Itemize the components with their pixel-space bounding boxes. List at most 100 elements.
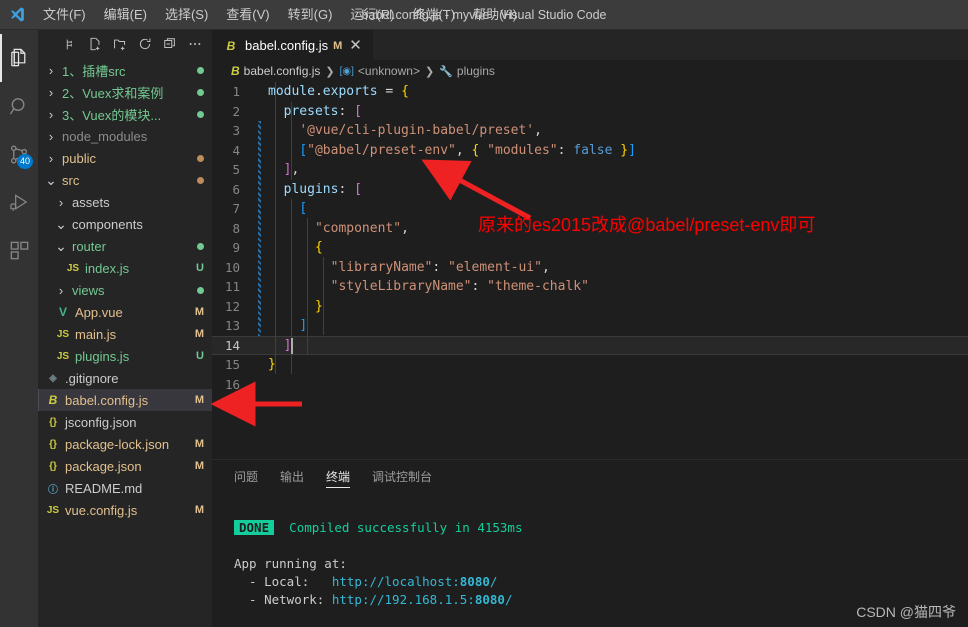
tree-item-README.md[interactable]: ⓘ README.md: [38, 477, 212, 499]
network-url-tail[interactable]: /: [505, 592, 513, 607]
tree-item-index.js[interactable]: JS index.js U: [38, 257, 212, 279]
menu-go[interactable]: 转到(G): [279, 0, 342, 30]
code-line[interactable]: 6 plugins: [: [212, 180, 968, 200]
tree-item-label: views: [72, 282, 105, 298]
tree-item-label: main.js: [75, 326, 117, 342]
tree-item-babel.config.js[interactable]: Bbabel.config.js M: [38, 389, 212, 411]
breadcrumb-symbol-unknown[interactable]: [◉] <unknown>: [340, 64, 420, 78]
breadcrumb-symbol-plugins[interactable]: 🔧 plugins: [439, 64, 495, 78]
code-line[interactable]: 10 "libraryName": "element-ui",: [212, 258, 968, 278]
code-line[interactable]: 3 '@vue/cli-plugin-babel/preset',: [212, 121, 968, 141]
menu-view[interactable]: 查看(V): [217, 0, 278, 30]
explorer-section-icon[interactable]: [59, 33, 81, 55]
local-url-tail[interactable]: /: [490, 574, 498, 589]
chevron-right-icon: ›: [48, 128, 54, 144]
explorer-icon[interactable]: [0, 34, 38, 82]
refresh-icon[interactable]: [134, 33, 156, 55]
tree-item-git-status: M: [194, 306, 204, 318]
search-icon[interactable]: [0, 82, 38, 130]
tree-item-vue.config.js[interactable]: JS vue.config.js M: [38, 499, 212, 521]
tree-item-views[interactable]: › views: [38, 279, 212, 301]
code-editor[interactable]: 1 module.exports = {2 presets: [3 '@vue/c…: [212, 82, 968, 459]
tab-babel-config-js[interactable]: B babel.config.js M ✕: [212, 30, 374, 60]
tree-item-assets[interactable]: › assets: [38, 191, 212, 213]
menu-file[interactable]: 文件(F): [34, 0, 95, 30]
close-icon[interactable]: ✕: [347, 38, 364, 53]
tree-item-label: vue.config.js: [65, 502, 138, 518]
tree-item-change-dot: [191, 286, 204, 294]
tree-item-1src[interactable]: › 1、插槽src: [38, 59, 212, 81]
local-port[interactable]: 8080: [460, 574, 490, 589]
tree-item-.gitignore[interactable]: ◈ .gitignore: [38, 367, 212, 389]
tree-item-components[interactable]: ⌄ components: [38, 213, 212, 235]
terminal-output[interactable]: DONE Compiled successfully in 4153ms App…: [212, 495, 968, 627]
tree-item-src[interactable]: ⌄ src: [38, 169, 212, 191]
code-line[interactable]: 13 ]: [212, 316, 968, 336]
code-line[interactable]: 8 "component",: [212, 219, 968, 239]
git-file-icon: ◈: [49, 372, 57, 384]
compile-message: Compiled successfully in 4153ms: [289, 520, 523, 535]
tree-item-App.vue[interactable]: V App.vue M: [38, 301, 212, 323]
menu-selection[interactable]: 选择(S): [156, 0, 217, 30]
new-folder-icon[interactable]: [109, 33, 131, 55]
line-number: 11: [224, 279, 240, 294]
menu-run[interactable]: 运行(R): [341, 0, 403, 30]
panel-tab-output[interactable]: 输出: [269, 460, 315, 495]
line-number: 10: [224, 259, 240, 275]
panel-tab-problems[interactable]: 问题: [223, 460, 269, 495]
app-running-label: App running at:: [234, 556, 347, 571]
chevron-right-icon: ›: [48, 62, 54, 78]
line-content: [254, 375, 968, 395]
tree-item-main.js[interactable]: JS main.js M: [38, 323, 212, 345]
code-line[interactable]: 12 }: [212, 297, 968, 317]
network-port[interactable]: 8080: [475, 592, 505, 607]
code-line[interactable]: 7 [: [212, 199, 968, 219]
code-line[interactable]: 15}: [212, 355, 968, 375]
activity-bar: 40: [0, 30, 38, 627]
tree-item-git-status: M: [194, 504, 204, 516]
code-line[interactable]: 11 "styleLibraryName": "theme-chalk": [212, 277, 968, 297]
panel-tab-terminal[interactable]: 终端: [315, 460, 361, 495]
local-url[interactable]: http://localhost:: [332, 574, 460, 589]
line-content: ["@babel/preset-env", { "modules": false…: [299, 142, 636, 158]
code-line[interactable]: 4 ["@babel/preset-env", { "modules": fal…: [212, 141, 968, 161]
tree-item-package-lock.json[interactable]: {} package-lock.json M: [38, 433, 212, 455]
breadcrumb-file-label: babel.config.js: [243, 64, 321, 78]
tree-item-2Vuex[interactable]: › 2、Vuex求和案例: [38, 81, 212, 103]
source-control-icon[interactable]: 40: [0, 130, 38, 178]
file-tree[interactable]: › 1、插槽src › 2、Vuex求和案例 › 3、Vuex的模块... › node_mo…: [38, 58, 212, 627]
code-line[interactable]: 14 ]: [212, 335, 968, 355]
tree-item-jsconfig.json[interactable]: {} jsconfig.json: [38, 411, 212, 433]
menu-edit[interactable]: 编辑(E): [95, 0, 156, 30]
tree-item-plugins.js[interactable]: JS plugins.js U: [38, 345, 212, 367]
menu-help[interactable]: 帮助(H): [464, 0, 526, 30]
menu-terminal[interactable]: 终端(T): [403, 0, 464, 30]
code-line[interactable]: 16: [212, 375, 968, 395]
tree-item-router[interactable]: ⌄ router: [38, 235, 212, 257]
tree-item-nodemodules[interactable]: › node_modules: [38, 125, 212, 147]
js-file-icon: JS: [46, 504, 60, 516]
tree-item-3Vuex...[interactable]: › 3、Vuex的模块...: [38, 103, 212, 125]
line-number: 8: [232, 220, 240, 236]
tree-item-public[interactable]: › public: [38, 147, 212, 169]
breadcrumb-file[interactable]: B babel.config.js: [231, 64, 320, 78]
network-url[interactable]: http://192.168.1.5:: [332, 592, 475, 607]
extensions-icon[interactable]: [0, 226, 38, 274]
run-and-debug-icon[interactable]: [0, 178, 38, 226]
tree-item-package.json[interactable]: {} package.json M: [38, 455, 212, 477]
new-file-icon[interactable]: [84, 33, 106, 55]
line-content: {: [314, 240, 323, 255]
panel-tab-debug-console[interactable]: 调试控制台: [361, 460, 443, 495]
code-line[interactable]: 1 module.exports = {: [212, 82, 968, 102]
collapse-all-icon[interactable]: [159, 33, 181, 55]
code-line[interactable]: 9 {: [212, 238, 968, 258]
tree-item-git-status: M: [194, 328, 204, 340]
code-line[interactable]: 2 presets: [: [212, 102, 968, 122]
more-actions-icon[interactable]: [184, 33, 206, 55]
line-content: ]: [283, 337, 292, 353]
code-line[interactable]: 5 ],: [212, 160, 968, 180]
tree-item-label: jsconfig.json: [65, 414, 137, 430]
chevron-right-icon: ❯: [424, 65, 435, 78]
editor-tabs: B babel.config.js M ✕: [212, 30, 968, 60]
tree-item-label: router: [72, 238, 106, 254]
